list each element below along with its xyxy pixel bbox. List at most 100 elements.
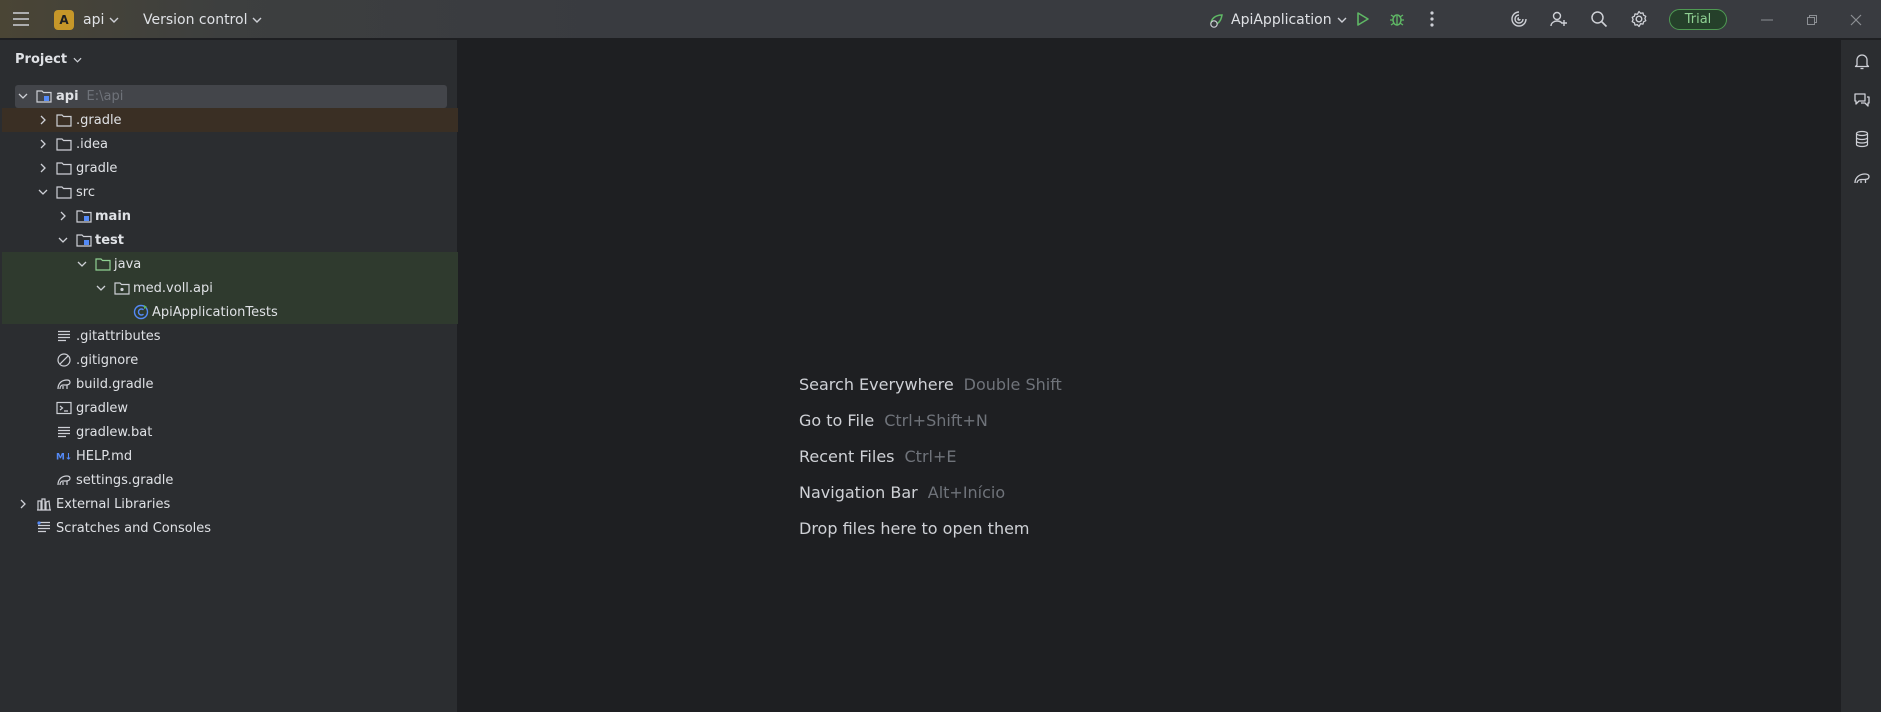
add-user-icon[interactable] — [1545, 5, 1573, 33]
hint-label: Go to File — [799, 410, 875, 430]
tree-row-src[interactable]: src — [2, 180, 458, 204]
title-bar: A api Version control ApiApplication Tri… — [0, 0, 1881, 39]
chevron-right-icon[interactable] — [17, 498, 29, 510]
text-file-icon — [56, 328, 72, 344]
hint-drop-files: Drop files here to open them — [799, 510, 1062, 546]
chevron-right-icon[interactable] — [37, 114, 49, 126]
tree-row-gitattributes[interactable]: .gitattributes — [2, 324, 458, 348]
package-icon — [114, 280, 130, 296]
chevron-right-icon[interactable] — [57, 210, 69, 222]
test-folder-icon — [76, 232, 92, 248]
tree-row-java[interactable]: java — [2, 252, 458, 276]
markdown-icon: M↓ — [56, 448, 72, 464]
shell-script-icon — [56, 400, 72, 416]
chevron-right-icon[interactable] — [37, 138, 49, 150]
hint-shortcut: Alt+Início — [927, 482, 1006, 502]
project-widget[interactable]: A api — [54, 0, 119, 39]
scratches-icon — [36, 520, 52, 536]
chevron-down-icon — [1337, 17, 1347, 23]
project-tool-window: Project api E:\api .gradle .idea gradle — [2, 40, 458, 712]
tree-label: gradlew.bat — [76, 424, 153, 440]
close-icon[interactable] — [1841, 0, 1871, 39]
tree-row-settings-gradle[interactable]: settings.gradle — [2, 468, 458, 492]
more-vertical-icon[interactable] — [1418, 5, 1446, 33]
gradle-file-icon — [56, 472, 72, 488]
tree-label: .idea — [76, 136, 108, 152]
folder-icon — [56, 160, 72, 176]
search-icon[interactable] — [1585, 5, 1613, 33]
notifications-icon[interactable] — [1848, 47, 1876, 75]
database-icon[interactable] — [1848, 125, 1876, 153]
tree-row-test[interactable]: test — [2, 228, 458, 252]
hint-label: Drop files here to open them — [799, 518, 1030, 538]
run-config-label: ApiApplication — [1231, 11, 1332, 28]
tree-label: settings.gradle — [76, 472, 174, 488]
tree-row-gradlew-bat[interactable]: gradlew.bat — [2, 420, 458, 444]
minimize-icon[interactable] — [1752, 0, 1782, 39]
test-root-folder-icon — [95, 256, 111, 272]
hint-search-everywhere: Search Everywhere Double Shift — [799, 366, 1062, 402]
hint-label: Recent Files — [799, 446, 895, 466]
tree-row-build-gradle[interactable]: build.gradle — [2, 372, 458, 396]
project-tree: api E:\api .gradle .idea gradle src main… — [2, 84, 458, 540]
panel-title: Project — [15, 52, 68, 67]
tree-label: .gitignore — [76, 352, 139, 368]
svg-text:M↓: M↓ — [56, 453, 72, 462]
tree-row-scratches[interactable]: Scratches and Consoles — [2, 516, 458, 540]
project-name: api — [83, 11, 105, 28]
tree-row-gitignore[interactable]: .gitignore — [2, 348, 458, 372]
version-control-widget[interactable]: Version control — [143, 0, 262, 39]
tree-label: java — [114, 256, 142, 272]
folder-icon — [56, 136, 72, 152]
maximize-icon[interactable] — [1797, 0, 1827, 39]
run-icon[interactable] — [1349, 5, 1377, 33]
tree-label: src — [76, 184, 95, 200]
run-configuration-selector[interactable]: ApiApplication — [1208, 0, 1347, 39]
hint-shortcut: Ctrl+Shift+N — [884, 410, 988, 430]
tree-label: gradle — [76, 160, 118, 176]
trial-button[interactable]: Trial — [1669, 9, 1727, 30]
ai-assistant-icon[interactable] — [1505, 5, 1533, 33]
test-class-icon — [133, 304, 149, 320]
tree-label: gradlew — [76, 400, 129, 416]
tree-label: External Libraries — [56, 496, 171, 512]
chevron-down-icon[interactable] — [76, 258, 88, 270]
tree-label: test — [95, 232, 124, 248]
tree-label: med.voll.api — [133, 280, 213, 296]
debug-icon[interactable] — [1383, 5, 1411, 33]
chevron-down-icon — [109, 17, 119, 23]
tree-row-gradle-hidden[interactable]: .gradle — [2, 108, 458, 132]
gradle-icon[interactable] — [1848, 164, 1876, 192]
chevron-down-icon[interactable] — [95, 282, 107, 294]
tree-row-api[interactable]: api E:\api — [2, 84, 458, 108]
project-view-selector[interactable]: Project — [15, 52, 82, 67]
tree-label: api — [56, 88, 79, 104]
module-folder-icon — [36, 88, 52, 104]
source-folder-icon — [76, 208, 92, 224]
editor-empty-area[interactable]: Search Everywhere Double Shift Go to Fil… — [459, 40, 1840, 712]
tree-row-package[interactable]: med.voll.api — [2, 276, 458, 300]
ignore-file-icon — [56, 352, 72, 368]
tree-row-test-class[interactable]: ApiApplicationTests — [2, 300, 458, 324]
settings-gear-icon[interactable] — [1625, 5, 1653, 33]
chevron-right-icon[interactable] — [37, 162, 49, 174]
tree-row-external-libraries[interactable]: External Libraries — [2, 492, 458, 516]
hint-shortcut: Double Shift — [963, 374, 1062, 394]
tree-label: HELP.md — [76, 448, 133, 464]
ai-chat-icon[interactable] — [1848, 86, 1876, 114]
chevron-down-icon[interactable] — [57, 234, 69, 246]
folder-icon — [56, 112, 72, 128]
tree-row-main[interactable]: main — [2, 204, 458, 228]
text-file-icon — [56, 424, 72, 440]
tree-label: .gradle — [76, 112, 122, 128]
tree-row-help-md[interactable]: M↓ HELP.md — [2, 444, 458, 468]
chevron-down-icon[interactable] — [17, 90, 29, 102]
hint-shortcut: Ctrl+E — [904, 446, 957, 466]
hint-label: Search Everywhere — [799, 374, 954, 394]
tree-row-gradle[interactable]: gradle — [2, 156, 458, 180]
tree-label: .gitattributes — [76, 328, 161, 344]
hamburger-menu-icon[interactable] — [7, 5, 35, 33]
chevron-down-icon[interactable] — [37, 186, 49, 198]
tree-row-gradlew[interactable]: gradlew — [2, 396, 458, 420]
tree-row-idea[interactable]: .idea — [2, 132, 458, 156]
